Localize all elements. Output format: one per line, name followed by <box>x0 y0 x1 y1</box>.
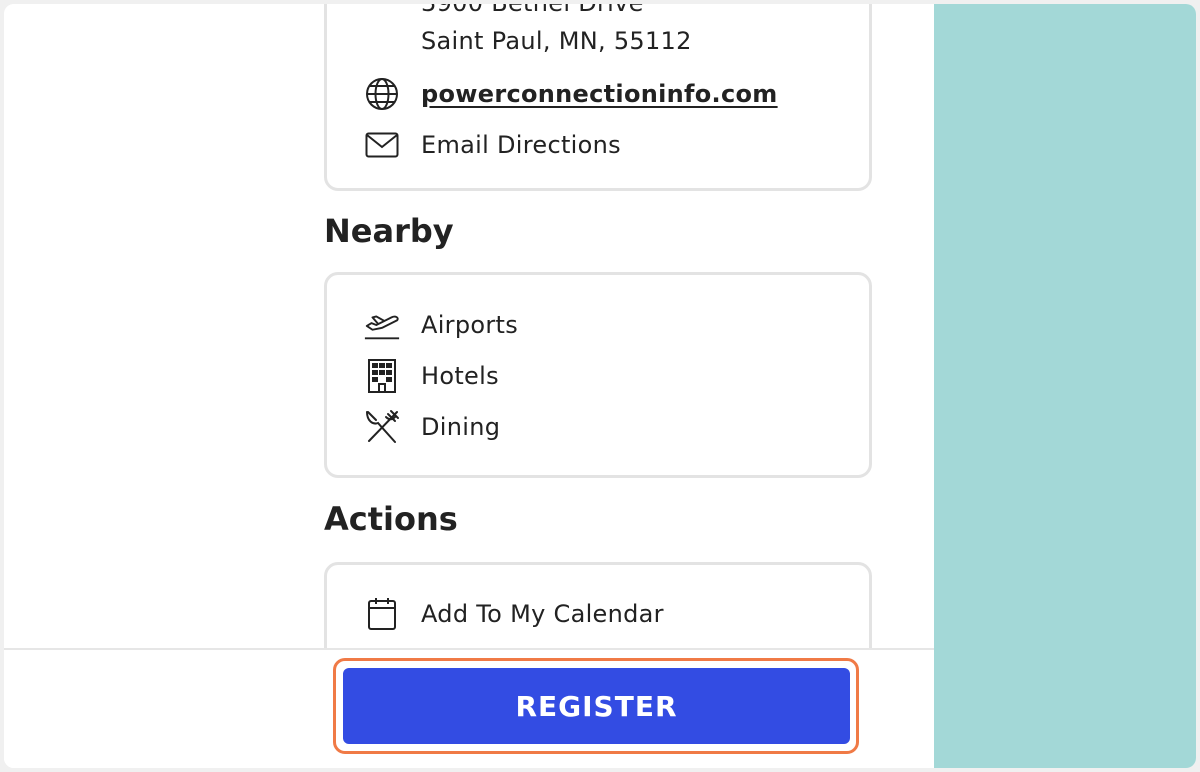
nearby-item-label: Hotels <box>421 362 499 390</box>
register-button[interactable]: REGISTER <box>343 668 850 744</box>
calendar-icon <box>363 595 401 633</box>
add-to-calendar-label: Add To My Calendar <box>421 600 664 628</box>
nearby-item-airports[interactable]: Airports <box>363 306 518 344</box>
utensils-icon <box>363 408 401 446</box>
nearby-item-hotels[interactable]: Hotels <box>363 357 499 395</box>
side-panel <box>934 4 1196 768</box>
actions-heading: Actions <box>324 500 458 538</box>
website-link[interactable]: powerconnectioninfo.com <box>421 80 778 108</box>
email-directions-row[interactable]: Email Directions <box>363 126 621 164</box>
website-row[interactable]: powerconnectioninfo.com <box>363 75 778 113</box>
nearby-item-label: Dining <box>421 413 501 441</box>
hotel-icon <box>363 357 401 395</box>
globe-icon <box>363 75 401 113</box>
address-street: 3900 Bethel Drive <box>421 4 644 17</box>
location-card: 3900 Bethel Drive Saint Paul, MN, 55112 … <box>324 4 872 191</box>
nearby-item-dining[interactable]: Dining <box>363 408 500 446</box>
app-frame: 3900 Bethel Drive Saint Paul, MN, 55112 … <box>4 4 1196 768</box>
event-details-panel: 3900 Bethel Drive Saint Paul, MN, 55112 … <box>4 4 934 768</box>
email-directions-label: Email Directions <box>421 131 621 159</box>
nearby-card: Airports Hotels Dining <box>324 272 872 478</box>
envelope-icon <box>363 126 401 164</box>
nearby-item-label: Airports <box>421 311 519 339</box>
airplane-icon <box>363 306 401 344</box>
add-to-calendar-row[interactable]: Add To My Calendar <box>363 595 664 633</box>
nearby-heading: Nearby <box>324 212 454 250</box>
address-city: Saint Paul, MN, 55112 <box>421 27 692 55</box>
